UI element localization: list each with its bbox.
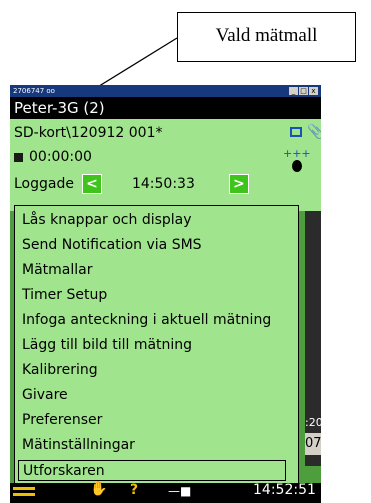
network-icon [290,127,302,137]
side-time: :20 [305,416,321,429]
status-panel: SD-kort\120912 001* 📎 +++ 00:00:00 Logga… [10,119,321,211]
hand-icon[interactable]: ✋ [90,481,107,497]
minimize-button[interactable]: _ [289,87,298,95]
template-name: Peter-3G (2) [14,99,105,117]
next-button[interactable]: > [228,174,249,194]
menu-item-calibration[interactable]: Kalibrering [18,360,98,381]
menu-item-explorer[interactable]: Utforskaren [18,460,286,481]
menu-item-preferences[interactable]: Preferenser [18,410,102,431]
popup-menu: Lås knappar och display Send Notificatio… [14,205,299,485]
storage-path: SD-kort\120912 001* [14,125,163,141]
template-header[interactable]: Peter-3G (2) [10,97,321,119]
menu-item-timer[interactable]: Timer Setup [18,285,107,306]
log-label: Loggade [14,176,74,192]
window-titlebar: 2706747 oo _ □ x [10,85,321,97]
menu-item-measurement-settings[interactable]: Mätinställningar [18,435,135,456]
maximize-button[interactable]: □ [299,87,308,95]
menu-item-annotation[interactable]: Infoga anteckning i aktuell mätning [18,310,271,331]
toolbar-clock: 14:52:51 [253,482,316,498]
window-title: 2706747 oo [13,87,55,95]
menu-item-sms[interactable]: Send Notification via SMS [18,235,202,256]
callout-box: Vald mätmall [177,12,356,62]
log-time: 14:50:33 [131,176,195,192]
log-row: Loggade < 14:50:33 > [14,174,249,194]
side-value: 07 [305,433,321,455]
stop-square-icon [14,152,23,162]
microphone-icon: +++ [283,148,311,172]
device-screen: 2706747 oo _ □ x Peter-3G (2) SD-kort\12… [10,85,321,503]
help-icon[interactable]: ? [130,482,138,498]
menu-item-transducer[interactable]: Givare [18,385,68,406]
elapsed-row: 00:00:00 [14,149,92,165]
power-plug-icon[interactable]: —■ [168,484,191,498]
hamburger-menu-icon[interactable] [13,487,35,499]
window-controls: _ □ x [289,87,318,95]
menu-item-add-image[interactable]: Lägg till bild till mätning [18,335,192,356]
menu-item-templates[interactable]: Mätmallar [18,260,92,281]
callout-text: Vald mätmall [215,25,318,46]
bottom-toolbar: ✋ ? —■ 14:52:51 [10,481,321,503]
background-panel: :20 07 [305,211,321,466]
menu-item-lock[interactable]: Lås knappar och display [18,210,192,231]
paperclip-icon[interactable]: 📎 [307,124,321,140]
previous-button[interactable]: < [81,174,102,194]
elapsed-time: 00:00:00 [29,149,92,165]
close-button[interactable]: x [309,87,318,95]
